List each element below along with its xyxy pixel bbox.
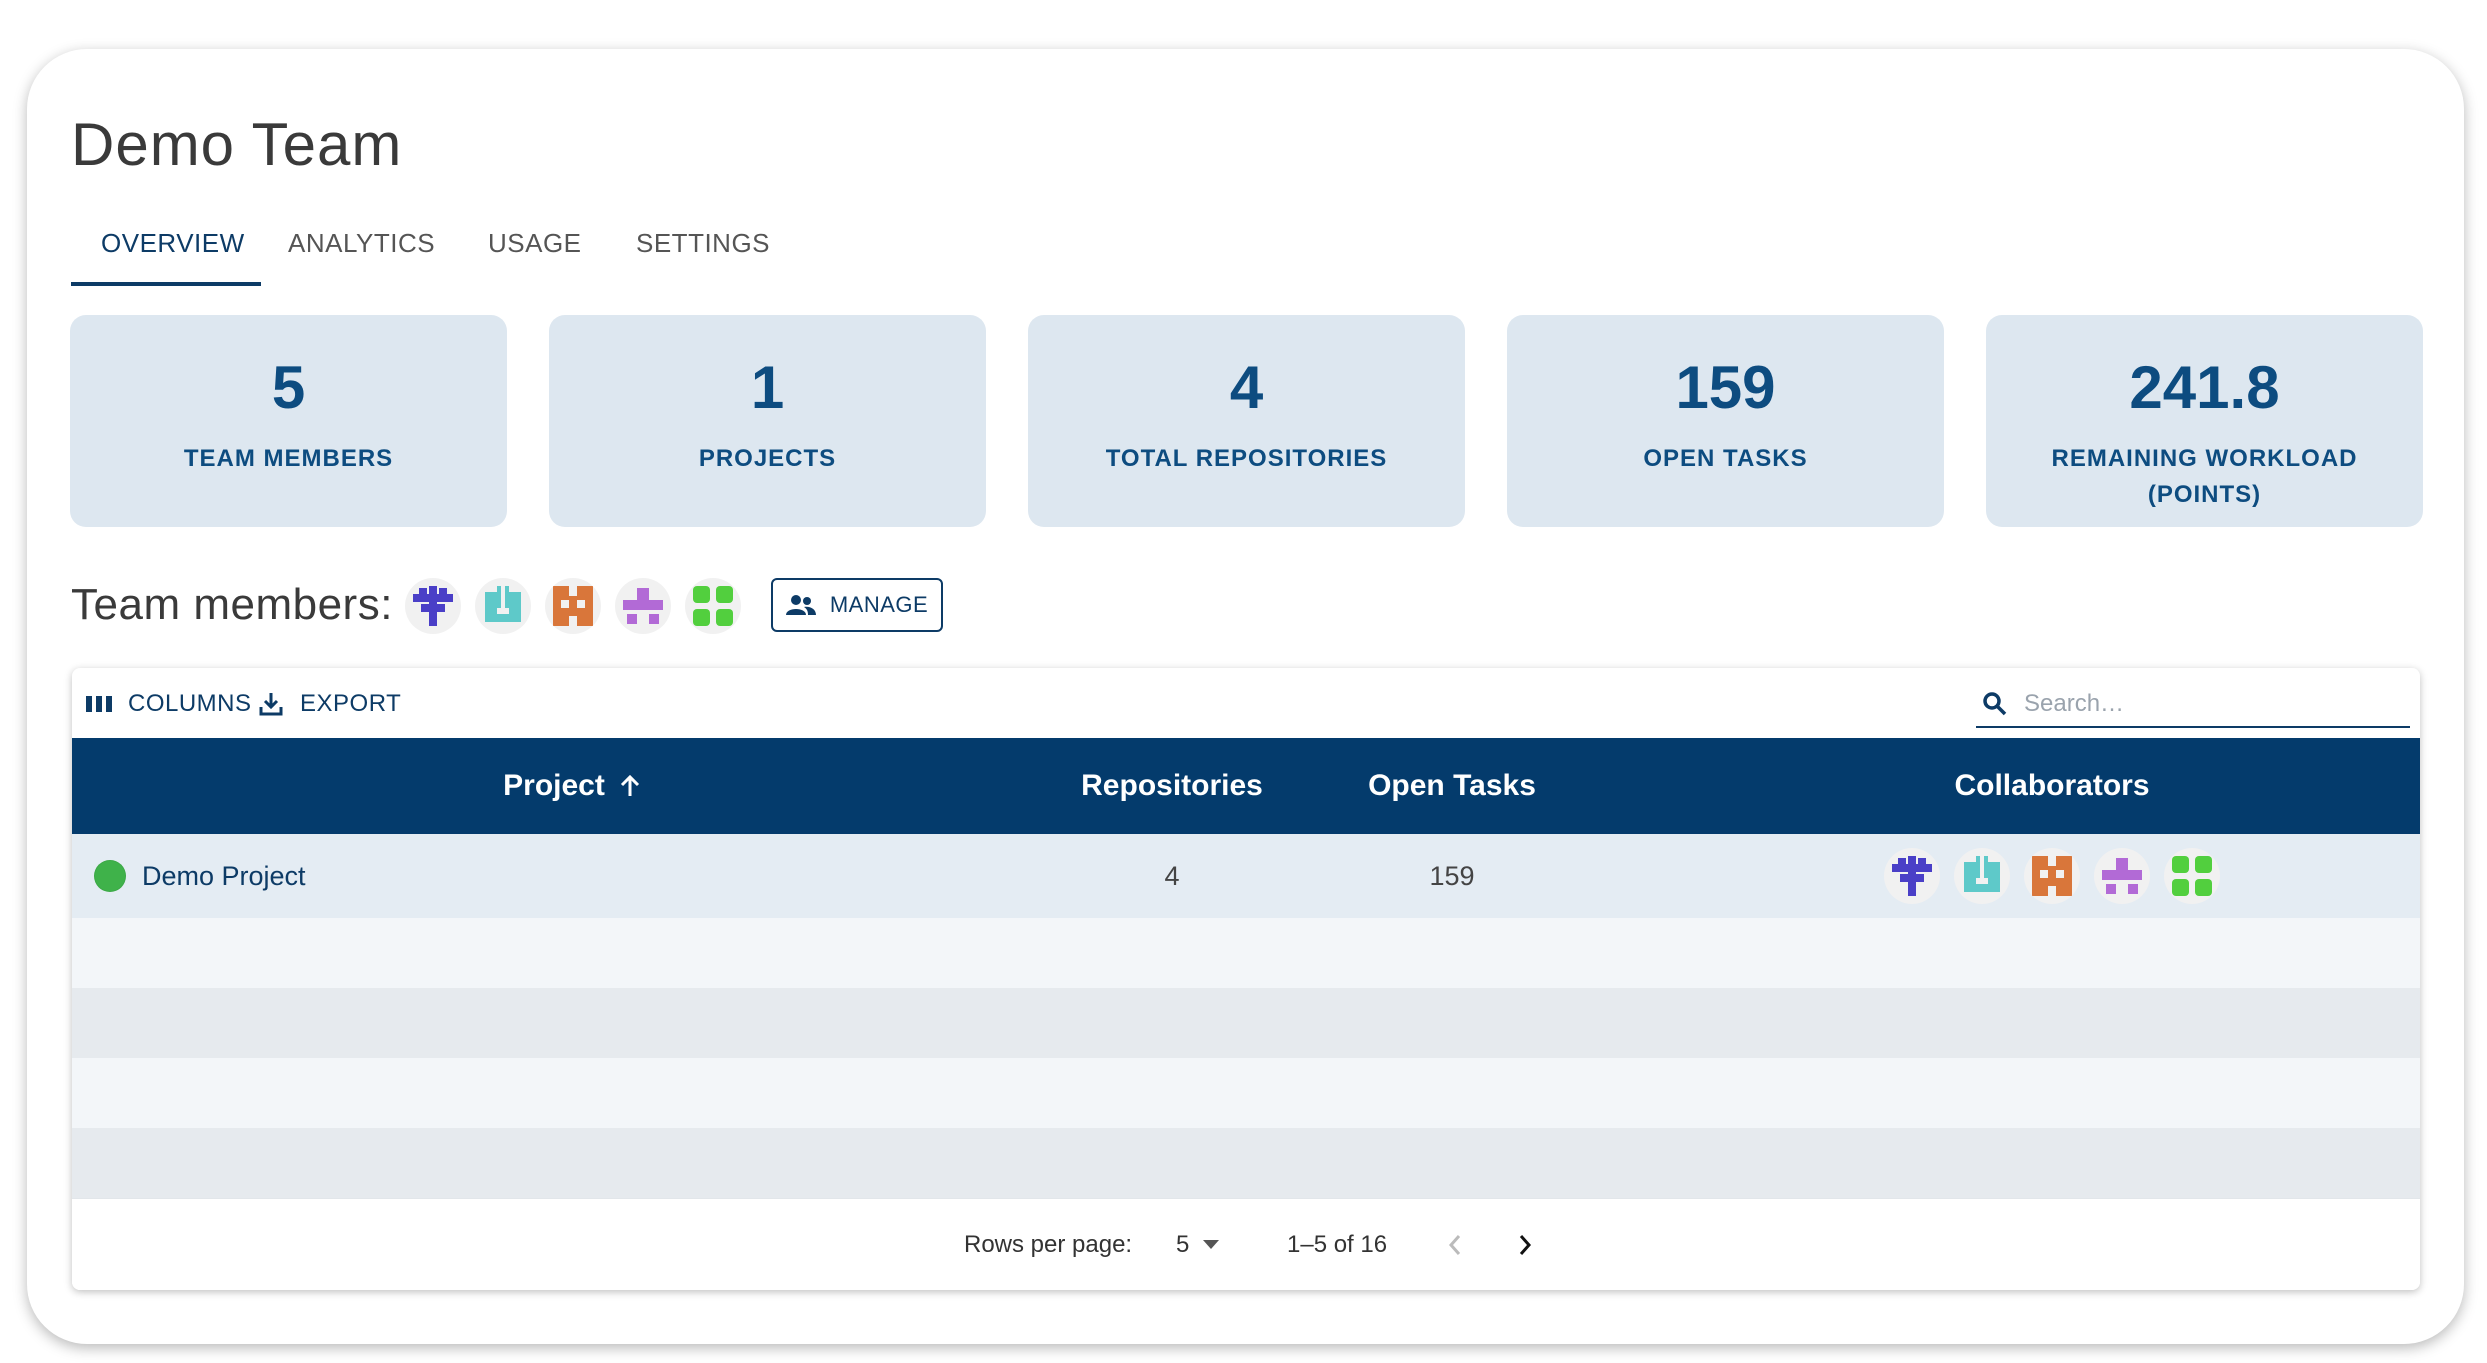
stat-value: 4 — [1229, 354, 1264, 421]
group-icon — [785, 595, 816, 615]
stat-card-remaining-workload: 241.8 REMAINING WORKLOAD (POINTS) — [1986, 315, 2423, 527]
avatar[interactable] — [1954, 848, 2010, 904]
stat-value: 241.8 — [2129, 354, 2280, 421]
column-header-label: Repositories — [1081, 769, 1263, 802]
stat-card-team-members: 5 TEAM MEMBERS — [70, 315, 507, 527]
column-header-project[interactable]: Project — [72, 738, 1072, 834]
empty-row — [72, 1058, 2420, 1128]
avatar[interactable] — [545, 578, 601, 634]
columns-label: COLUMNS — [128, 690, 252, 717]
column-header-label: Project — [503, 769, 605, 802]
page-title: Demo Team — [71, 111, 403, 178]
project-name[interactable]: Demo Project — [142, 861, 306, 892]
next-page-button[interactable] — [1518, 1199, 1532, 1290]
stat-card-projects: 1 PROJECTS — [549, 315, 986, 527]
export-button[interactable]: EXPORT — [258, 690, 401, 718]
rows-per-page-select[interactable]: 5 — [1176, 1199, 1220, 1290]
grid-toolbar: COLUMNS EXPORT — [72, 668, 2420, 738]
stat-value: 1 — [750, 354, 785, 421]
column-header-open-tasks[interactable]: Open Tasks — [1302, 738, 1602, 834]
repositories-cell: 4 — [1164, 860, 1180, 891]
rows-per-page-value: 5 — [1176, 1231, 1190, 1258]
tab-overview[interactable]: OVERVIEW — [101, 210, 245, 277]
identicon-icon — [2032, 856, 2072, 896]
column-header-label: Open Tasks — [1368, 769, 1536, 802]
column-header-label: Collaborators — [1954, 769, 2150, 802]
table-row[interactable]: Demo Project 4 159 — [72, 834, 2420, 918]
status-indicator-icon — [94, 860, 126, 892]
stat-label: TOTAL REPOSITORIES — [1105, 445, 1388, 472]
active-tab-indicator — [71, 282, 261, 286]
open-tasks-cell: 159 — [1429, 860, 1475, 891]
team-avatar-list — [405, 578, 741, 634]
avatar[interactable] — [2164, 848, 2220, 904]
search-input[interactable] — [2022, 689, 2386, 719]
stat-card-total-repositories: 4 TOTAL REPOSITORIES — [1028, 315, 1465, 527]
identicon-icon — [1964, 856, 2000, 892]
identicon-icon — [693, 586, 733, 626]
export-label: EXPORT — [300, 690, 402, 717]
chevron-left-icon — [1448, 1235, 1461, 1255]
stat-card-open-tasks: 159 OPEN TASKS — [1507, 315, 1944, 527]
manage-button-label: MANAGE — [829, 592, 929, 617]
column-header-collaborators[interactable]: Collaborators — [1792, 738, 2312, 834]
empty-row — [72, 918, 2420, 988]
empty-row — [72, 988, 2420, 1058]
tab-analytics[interactable]: ANALYTICS — [288, 210, 435, 277]
project-cell: Demo Project — [94, 834, 306, 918]
avatar[interactable] — [405, 578, 461, 634]
collaborators-cell — [1792, 834, 2312, 918]
column-header-repositories[interactable]: Repositories — [1022, 738, 1322, 834]
rows-per-page-label: Rows per page: — [964, 1231, 1133, 1258]
tab-usage[interactable]: USAGE — [488, 210, 582, 277]
identicon-icon — [2102, 858, 2142, 894]
columns-icon — [86, 696, 112, 712]
stat-label: REMAINING WORKLOAD (POINTS) — [2051, 445, 2358, 508]
chevron-right-icon — [1519, 1235, 1532, 1255]
avatar[interactable] — [1884, 848, 1940, 904]
search-field[interactable] — [1976, 682, 2410, 728]
grid-pagination: Rows per page: 5 1–5 of 16 — [72, 1198, 2420, 1290]
identicon-icon — [623, 588, 663, 624]
pagination-range: 1–5 of 16 — [1287, 1231, 1388, 1258]
identicon-icon — [485, 586, 521, 622]
avatar[interactable] — [2094, 848, 2150, 904]
manage-members-button[interactable]: MANAGE — [771, 578, 943, 632]
collaborator-avatar-list — [1884, 848, 2220, 904]
download-icon — [259, 693, 283, 716]
stat-label: OPEN TASKS — [1643, 445, 1808, 472]
avatar[interactable] — [475, 578, 531, 634]
avatar[interactable] — [615, 578, 671, 634]
caret-down-icon — [1203, 1240, 1220, 1249]
empty-row — [72, 1128, 2420, 1198]
stat-label: TEAM MEMBERS — [183, 445, 394, 472]
sort-ascending-icon[interactable] — [619, 774, 641, 798]
identicon-icon — [413, 586, 453, 626]
stat-value: 159 — [1675, 354, 1776, 421]
stat-label: PROJECTS — [698, 445, 837, 472]
avatar[interactable] — [2024, 848, 2080, 904]
projects-data-grid: COLUMNS EXPORT Project Repositories — [72, 668, 2420, 1290]
team-members-label: Team members: — [71, 580, 393, 629]
identicon-icon — [2172, 856, 2212, 896]
identicon-icon — [553, 586, 593, 626]
tab-bar: OVERVIEW ANALYTICS USAGE SETTINGS — [71, 210, 871, 288]
previous-page-button[interactable] — [1448, 1199, 1462, 1290]
columns-button[interactable]: COLUMNS — [86, 690, 252, 718]
stat-value: 5 — [271, 354, 306, 421]
avatar[interactable] — [685, 578, 741, 634]
search-icon — [1983, 692, 2007, 716]
grid-header: Project Repositories Open Tasks Collabor… — [72, 738, 2420, 834]
tab-settings[interactable]: SETTINGS — [636, 210, 770, 277]
identicon-icon — [1892, 856, 1932, 896]
